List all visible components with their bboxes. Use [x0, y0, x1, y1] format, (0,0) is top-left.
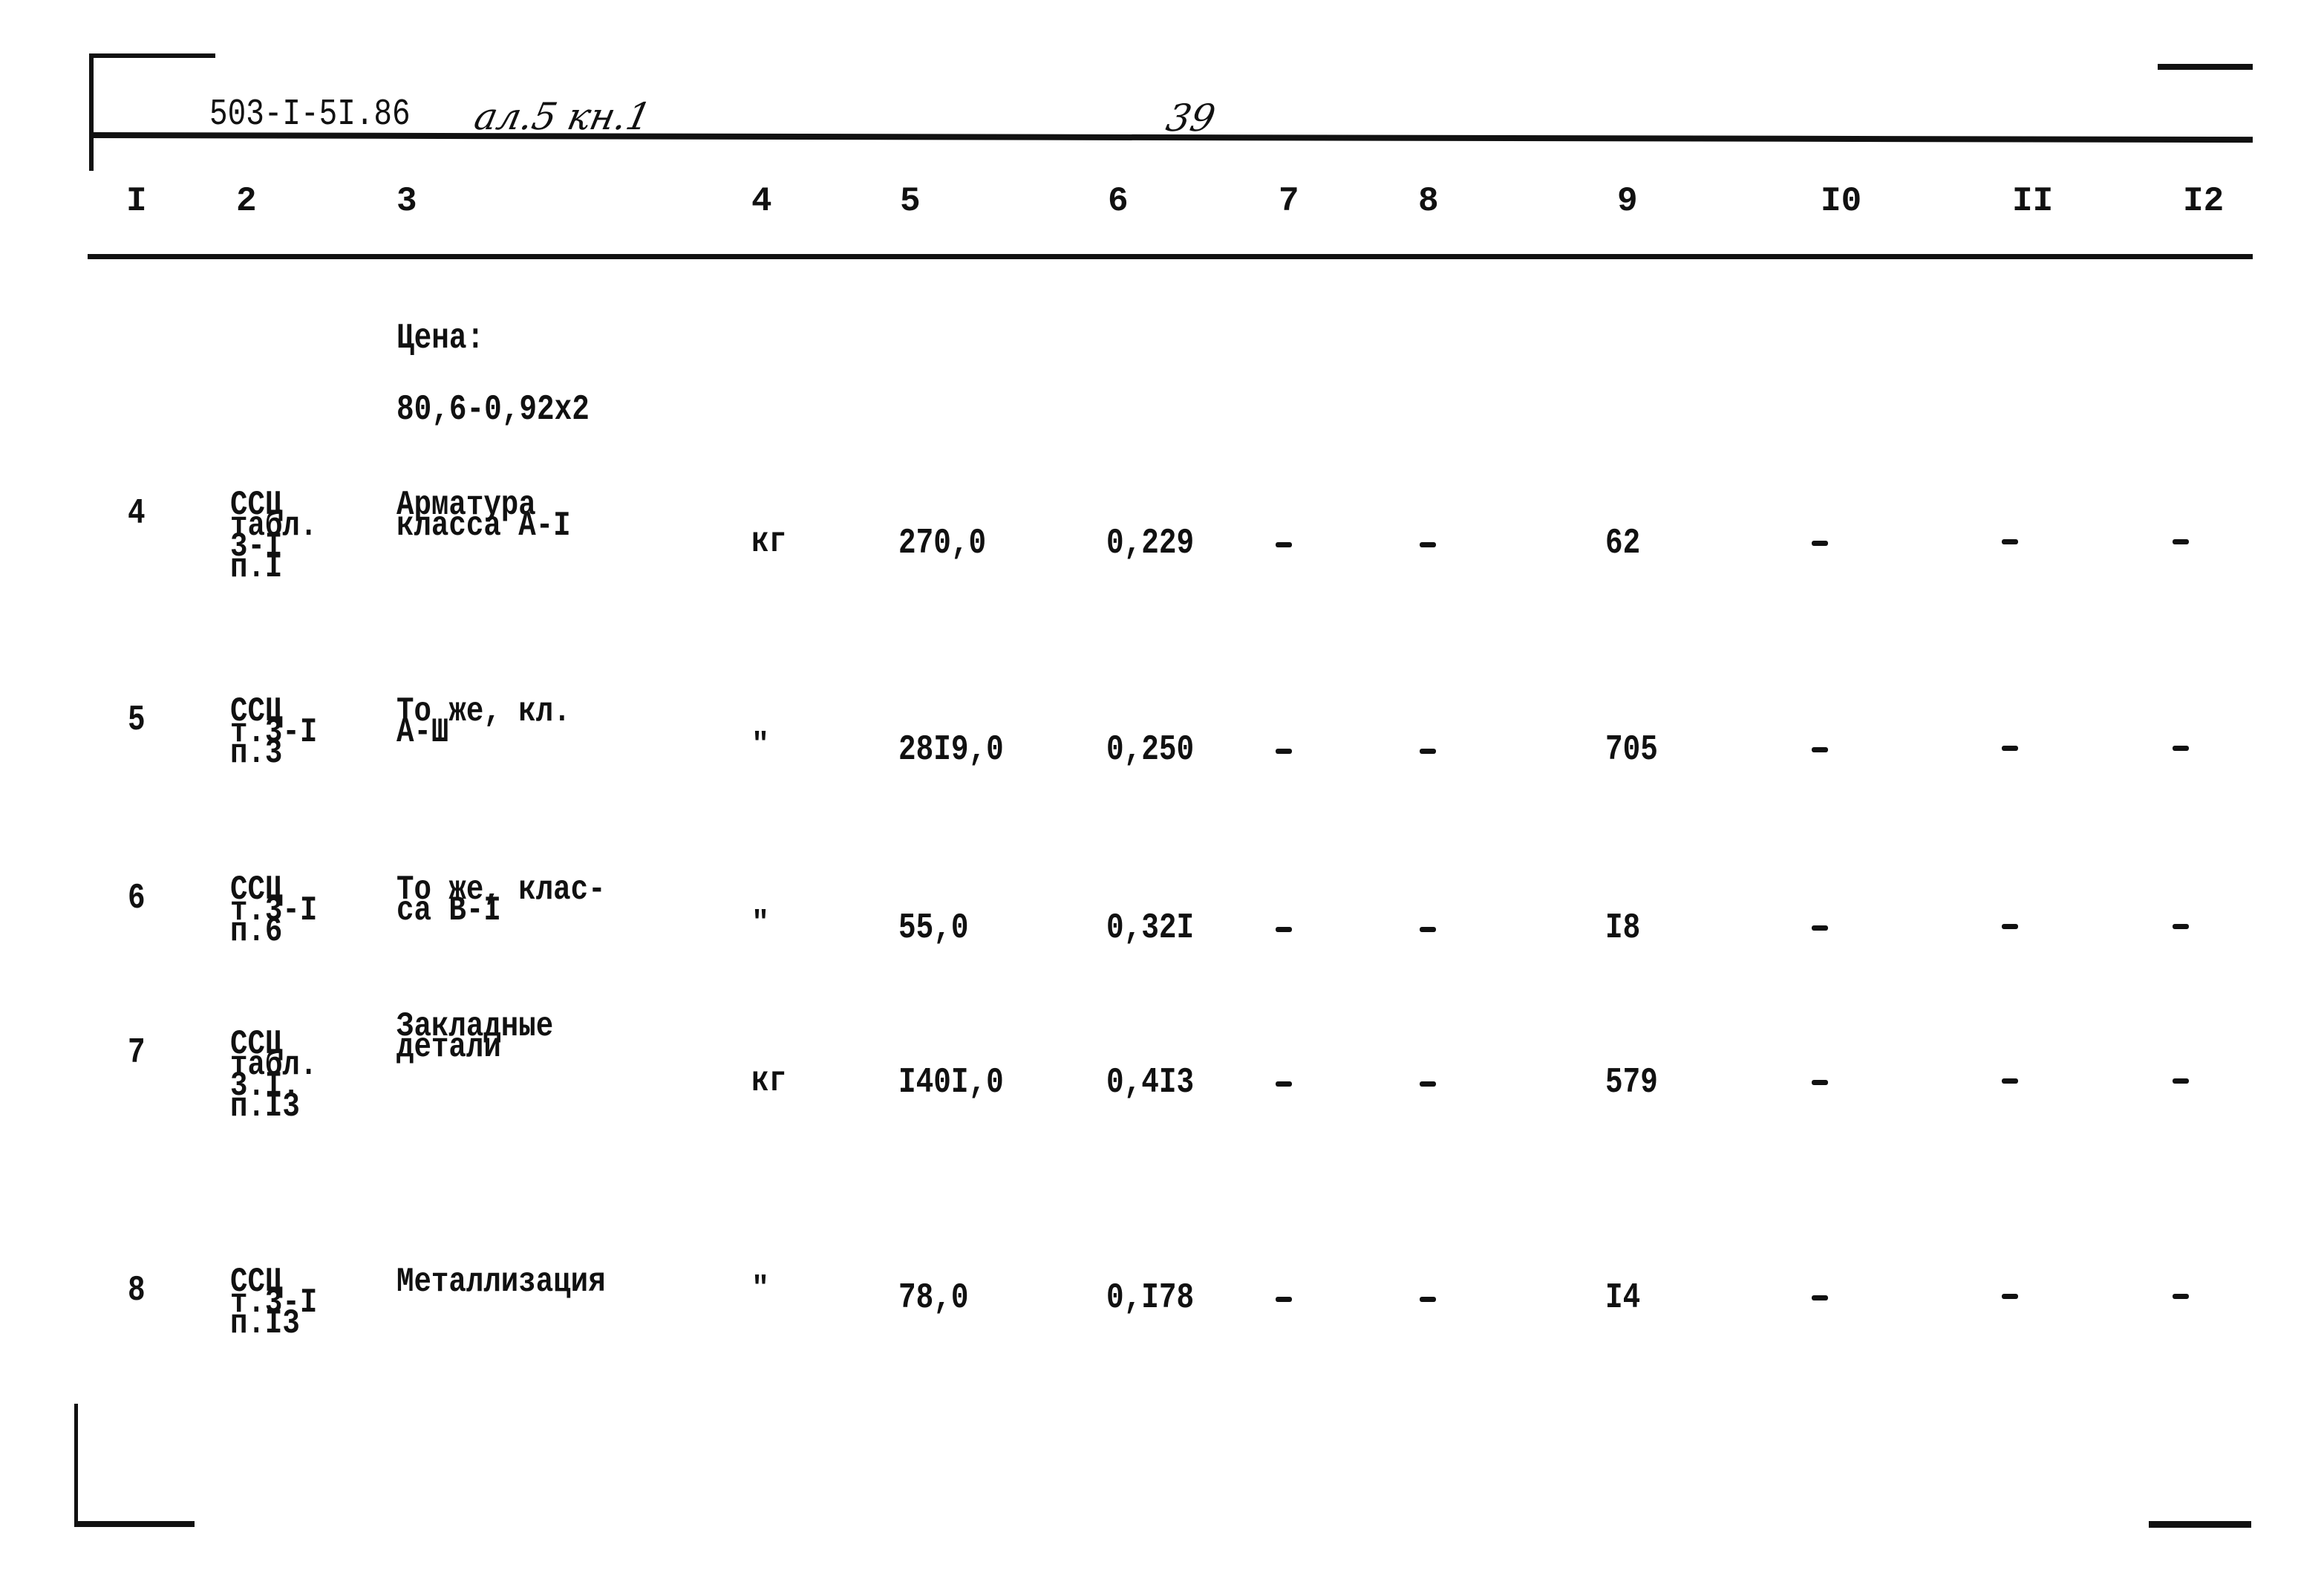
row-quantity: 55,0	[898, 908, 969, 948]
top-left-corner-horizontal	[91, 53, 215, 58]
top-left-corner-vertical	[89, 53, 94, 171]
column-header-6: 6	[1108, 182, 1129, 221]
row-unit-price: 0,250	[1106, 730, 1195, 770]
row-name: Арматура класса А-I	[396, 486, 571, 545]
row-number: 7	[128, 1033, 146, 1073]
row-number: 5	[128, 700, 146, 740]
row-name: То же, кл. А-Ш	[396, 692, 571, 752]
row-quantity: 78,0	[898, 1278, 969, 1318]
price-formula: 80,6-0,92х2	[396, 390, 590, 430]
row-col11-dash	[2002, 1078, 2018, 1084]
bottom-right-mark	[2149, 1521, 2251, 1528]
row-col8-dash	[1420, 749, 1436, 754]
column-header-9: 9	[1617, 182, 1638, 221]
row-reference: ССЦ т.3-I п.3	[230, 692, 318, 772]
bottom-left-corner-vertical	[74, 1404, 78, 1526]
column-header-5: 5	[900, 182, 921, 221]
column-header-12: I2	[2183, 182, 2225, 221]
row-col12-dash	[2173, 924, 2189, 929]
row-col10-dash	[1812, 1295, 1828, 1300]
row-col11-dash	[2002, 924, 2018, 929]
row-quantity: I40I,0	[898, 1063, 1004, 1103]
row-unit: "	[751, 1272, 770, 1306]
page-number: 39	[1162, 97, 1219, 140]
row-col7-dash	[1276, 542, 1292, 547]
price-label: Цена:	[396, 319, 485, 359]
row-total: 705	[1605, 730, 1658, 770]
row-total: 62	[1605, 524, 1641, 564]
row-col11-dash	[2002, 746, 2018, 751]
row-quantity: 270,0	[898, 524, 987, 564]
row-col7-dash	[1276, 1081, 1292, 1087]
row-col11-dash	[2002, 1294, 2018, 1299]
row-col11-dash	[2002, 539, 2018, 544]
bottom-left-corner-horizontal	[74, 1521, 195, 1527]
row-col10-dash	[1812, 541, 1828, 546]
row-unit: "	[751, 729, 770, 762]
row-col8-dash	[1420, 1297, 1436, 1302]
row-col7-dash	[1276, 927, 1292, 932]
column-header-7: 7	[1279, 182, 1299, 221]
row-col8-dash	[1420, 542, 1436, 547]
column-header-3: 3	[396, 182, 417, 221]
column-header-1: I	[126, 182, 147, 221]
row-col12-dash	[2173, 539, 2189, 544]
handwritten-annotation: ал.5 кн.1	[470, 95, 655, 138]
row-number: 6	[128, 879, 146, 919]
row-col10-dash	[1812, 747, 1828, 752]
row-reference: ССЦ табл. 3.I. п.I3	[230, 1025, 318, 1126]
row-unit: кг	[751, 1061, 787, 1101]
document-code: 503-I-5I.86	[209, 94, 411, 136]
row-col12-dash	[2173, 1294, 2189, 1299]
row-col8-dash	[1420, 927, 1436, 932]
row-col8-dash	[1420, 1081, 1436, 1087]
row-quantity: 28I9,0	[898, 730, 1004, 770]
row-number: 8	[128, 1271, 146, 1311]
column-header-2: 2	[236, 182, 257, 221]
row-total: 579	[1605, 1063, 1658, 1103]
row-unit-price: 0,4I3	[1106, 1063, 1195, 1103]
row-col7-dash	[1276, 1297, 1292, 1302]
row-name: Закладные детали	[396, 1007, 554, 1067]
column-header-rule	[88, 254, 2253, 259]
row-col10-dash	[1812, 1080, 1828, 1085]
row-name: Металлизация	[396, 1263, 606, 1301]
row-total: I4	[1605, 1278, 1641, 1318]
row-unit: "	[751, 907, 770, 940]
column-header-10: I0	[1821, 182, 1862, 221]
column-header-4: 4	[751, 182, 772, 221]
row-number: 4	[128, 494, 146, 534]
row-reference: ССЦ т.3-I п.I3	[230, 1263, 318, 1343]
column-header-11: II	[2012, 182, 2054, 221]
row-col12-dash	[2173, 1078, 2189, 1084]
row-unit-price: 0,I78	[1106, 1278, 1195, 1318]
row-unit: кг	[751, 522, 787, 562]
column-header-8: 8	[1418, 182, 1439, 221]
row-name: То же, клас- са В-I	[396, 870, 606, 930]
row-unit-price: 0,32I	[1106, 908, 1195, 948]
row-col12-dash	[2173, 746, 2189, 751]
row-reference: ССЦ т.3-I п.6	[230, 870, 318, 951]
row-col7-dash	[1276, 749, 1292, 754]
top-right-mark	[2158, 64, 2253, 70]
row-reference: ССЦ табл. 3-I п.I	[230, 486, 318, 587]
row-total: I8	[1605, 908, 1641, 948]
row-col10-dash	[1812, 925, 1828, 931]
row-unit-price: 0,229	[1106, 524, 1195, 564]
